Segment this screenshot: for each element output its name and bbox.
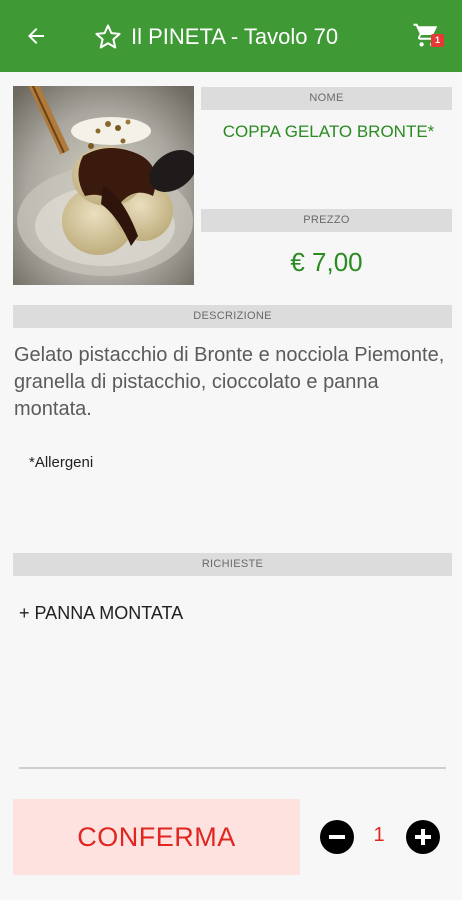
name-section-label: NOME: [201, 87, 452, 110]
app-bar: Il PINETA - Tavolo 70 1: [0, 0, 462, 72]
requests-section-label: RICHIESTE: [13, 553, 452, 576]
confirm-button[interactable]: CONFERMA: [13, 799, 300, 875]
decrease-quantity-button[interactable]: [320, 820, 354, 854]
app-bar-title-group: Il PINETA - Tavolo 70: [93, 19, 338, 55]
price-section-label: PREZZO: [201, 209, 452, 232]
star-outline-icon[interactable]: [93, 22, 123, 52]
arrow-left-icon: [28, 28, 44, 44]
request-item[interactable]: + PANNA MONTATA: [19, 603, 183, 624]
product-name: COPPA GELATO BRONTE*: [222, 122, 435, 141]
divider: [19, 767, 446, 769]
plus-circle-icon: [415, 829, 431, 845]
page-title: Il PINETA - Tavolo 70: [131, 24, 339, 49]
product-price: € 7,00: [290, 247, 363, 277]
quantity-value: 1: [373, 824, 385, 846]
increase-quantity-button[interactable]: [406, 820, 440, 854]
back-button[interactable]: [20, 20, 52, 52]
cart-button[interactable]: 1: [411, 20, 445, 54]
product-photo: [13, 86, 194, 285]
allergens-link[interactable]: *Allergeni: [29, 454, 93, 471]
cart-count-badge: 1: [431, 34, 444, 47]
minus-circle-icon: [329, 835, 345, 839]
product-description: Gelato pistacchio di Bronte e nocciola P…: [14, 344, 445, 420]
description-section-label: DESCRIZIONE: [13, 305, 452, 328]
